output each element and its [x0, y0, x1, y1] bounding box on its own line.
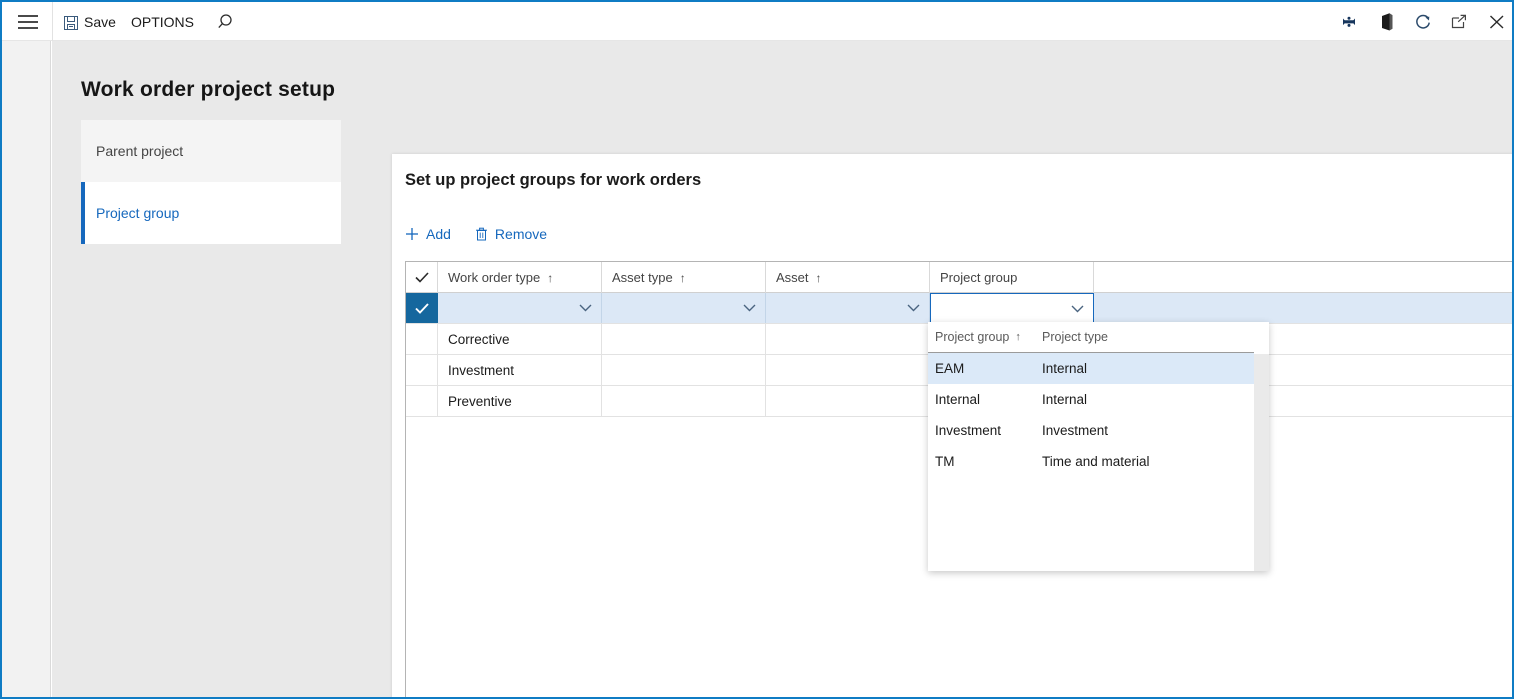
office-app-icon[interactable]	[1373, 10, 1399, 34]
column-header-project-group[interactable]: Project group	[930, 262, 1094, 293]
project-group-lookup-dropdown: Project group ↑ Project type EAM Interna…	[928, 322, 1269, 571]
search-icon[interactable]	[214, 10, 240, 34]
lookup-column-label: Project type	[1042, 330, 1109, 344]
chevron-down-icon[interactable]	[743, 304, 756, 312]
cell-value: Preventive	[448, 393, 512, 409]
lookup-header-row: Project group ↑ Project type	[928, 322, 1254, 353]
grid-row-editing[interactable]	[406, 293, 1512, 324]
settings-gear-icon[interactable]	[1336, 10, 1362, 34]
lookup-cell-project-group: TM	[935, 454, 955, 469]
chevron-down-icon[interactable]	[907, 304, 920, 312]
cell-asset-input[interactable]	[766, 293, 930, 323]
lookup-cell-project-type: Investment	[1042, 423, 1109, 438]
trash-icon	[475, 227, 488, 241]
column-header-label: Asset type	[612, 270, 673, 285]
cell-work-order-type[interactable]: Investment	[438, 355, 602, 385]
panel-title: Set up project groups for work orders	[405, 171, 702, 189]
options-button-label: OPTIONS	[131, 14, 195, 30]
save-button[interactable]: Save	[64, 11, 116, 33]
lookup-cell-project-group: Investment	[935, 423, 1002, 438]
chevron-down-icon[interactable]	[579, 304, 592, 312]
cell-asset-type[interactable]	[602, 324, 766, 354]
hamburger-bar	[18, 27, 38, 29]
popout-icon[interactable]	[1446, 10, 1472, 34]
cell-work-order-type[interactable]: Preventive	[438, 386, 602, 416]
grid-toolbar: Add Remove	[405, 222, 571, 246]
row-select-checkbox[interactable]	[406, 324, 438, 354]
hamburger-bar	[18, 21, 38, 23]
add-button[interactable]: Add	[405, 226, 451, 242]
lookup-option-eam[interactable]: EAM Internal	[928, 353, 1254, 384]
remove-button[interactable]: Remove	[475, 226, 547, 242]
page-title: Work order project setup	[81, 78, 336, 101]
select-all-checkbox[interactable]	[406, 262, 438, 293]
lookup-column-label: Project group	[935, 330, 1010, 344]
row-select-checkbox[interactable]	[406, 293, 438, 323]
sort-ascending-icon: ↑	[679, 270, 686, 285]
column-header-label: Project group	[940, 270, 1018, 285]
lookup-option-tm[interactable]: TM Time and material	[928, 446, 1254, 477]
tab-label: Project group	[96, 205, 180, 221]
left-navigation-rail	[2, 41, 51, 697]
sort-ascending-icon: ↑	[815, 270, 822, 285]
lookup-column-header-project-group[interactable]: Project group ↑	[928, 330, 1040, 344]
save-disk-icon	[64, 16, 78, 30]
cell-asset-type-input[interactable]	[602, 293, 766, 323]
cell-asset-type[interactable]	[602, 355, 766, 385]
cell-asset-type[interactable]	[602, 386, 766, 416]
content-area: Work order project setup Parent project …	[52, 41, 1512, 697]
column-header-label: Work order type	[448, 270, 541, 285]
cell-work-order-type-input[interactable]	[438, 293, 602, 323]
cell-work-order-type[interactable]: Corrective	[438, 324, 602, 354]
lookup-cell-project-group: EAM	[935, 361, 965, 376]
column-header-work-order-type[interactable]: Work order type ↑	[438, 262, 602, 293]
close-icon[interactable]	[1484, 10, 1510, 34]
row-select-checkbox[interactable]	[406, 355, 438, 385]
tab-strip-filler	[81, 244, 341, 697]
lookup-cell-project-group: Internal	[935, 392, 981, 407]
column-header-asset[interactable]: Asset ↑	[766, 262, 930, 293]
cell-asset[interactable]	[766, 355, 930, 385]
column-header-filler	[1094, 262, 1512, 293]
lookup-option-investment[interactable]: Investment Investment	[928, 415, 1254, 446]
sort-ascending-icon: ↑	[1015, 331, 1021, 343]
plus-icon	[405, 227, 419, 241]
lookup-cell-project-type: Time and material	[1042, 454, 1150, 469]
hamburger-menu-icon[interactable]	[16, 12, 40, 31]
cell-filler	[1094, 293, 1512, 323]
top-command-bar: Save OPTIONS	[2, 2, 1512, 41]
cell-value: Investment	[448, 362, 515, 378]
tab-label: Parent project	[96, 143, 184, 159]
tab-parent-project[interactable]: Parent project	[81, 120, 341, 182]
remove-button-label: Remove	[494, 226, 548, 242]
lookup-vertical-scrollbar[interactable]	[1254, 354, 1269, 571]
cell-asset[interactable]	[766, 386, 930, 416]
column-header-label: Asset	[776, 270, 809, 285]
refresh-icon[interactable]	[1410, 10, 1436, 34]
sort-ascending-icon: ↑	[547, 270, 554, 285]
hamburger-bar	[18, 15, 38, 17]
options-button[interactable]: OPTIONS	[131, 11, 194, 33]
lookup-cell-project-type: Internal	[1042, 392, 1088, 407]
chevron-down-icon[interactable]	[1071, 305, 1084, 313]
lookup-column-header-project-type[interactable]: Project type	[1040, 330, 1254, 344]
cell-project-group-input[interactable]	[930, 293, 1094, 324]
lookup-option-internal[interactable]: Internal Internal	[928, 384, 1254, 415]
application-window: Save OPTIONS Work order project setup Pa…	[0, 0, 1514, 699]
toolbar-divider	[52, 2, 53, 41]
vertical-tab-strip: Parent project Project group	[81, 120, 341, 697]
save-button-label: Save	[84, 14, 116, 30]
add-button-label: Add	[426, 226, 451, 242]
column-header-asset-type[interactable]: Asset type ↑	[602, 262, 766, 293]
cell-value: Corrective	[448, 331, 510, 347]
grid-header-row: Work order type ↑ Asset type ↑ Asset ↑ P…	[406, 262, 1512, 293]
tab-project-group[interactable]: Project group	[81, 182, 341, 244]
row-select-checkbox[interactable]	[406, 386, 438, 416]
cell-asset[interactable]	[766, 324, 930, 354]
lookup-cell-project-type: Internal	[1042, 361, 1088, 376]
